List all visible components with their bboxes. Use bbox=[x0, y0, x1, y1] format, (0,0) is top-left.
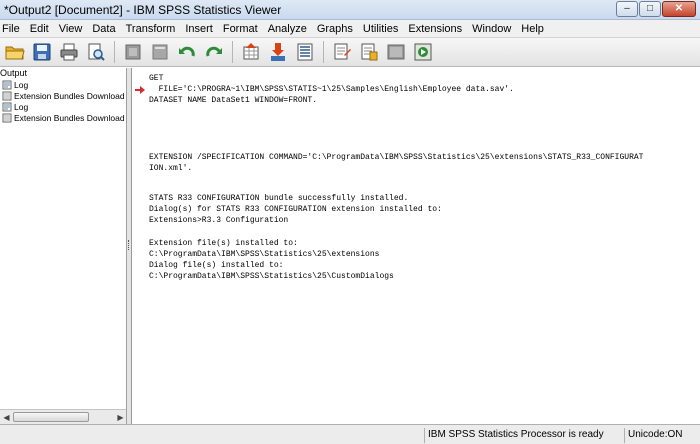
menu-window[interactable]: Window bbox=[469, 23, 518, 35]
outline-root-output[interactable]: Output bbox=[0, 68, 27, 78]
scroll-left-icon[interactable]: ◀ bbox=[1, 412, 12, 423]
menu-format[interactable]: Format bbox=[220, 23, 265, 35]
processor-status: IBM SPSS Statistics Processor is ready bbox=[424, 428, 604, 443]
window-controls: – □ ✕ bbox=[616, 1, 696, 17]
close-button[interactable]: ✕ bbox=[662, 1, 696, 17]
print-icon[interactable] bbox=[58, 41, 80, 63]
text-item-icon bbox=[2, 91, 12, 100]
output-content-pane: GET FILE='C:\PROGRA~1\IBM\SPSS\STATIS~1\… bbox=[132, 68, 700, 424]
undo-icon[interactable] bbox=[176, 41, 198, 63]
insert-text-icon[interactable] bbox=[358, 41, 380, 63]
menu-file[interactable]: File bbox=[0, 23, 27, 35]
redo-icon[interactable] bbox=[203, 41, 225, 63]
outline-item-label: Extension Bundles Download L bbox=[14, 90, 127, 101]
log-line: DATASET NAME DataSet1 WINDOW=FRONT. bbox=[149, 96, 318, 105]
log-line: Extension file(s) installed to: bbox=[149, 239, 298, 248]
outline-item-label: Log bbox=[14, 79, 29, 90]
outline-item[interactable]: Log bbox=[2, 79, 28, 90]
log-item-icon bbox=[2, 80, 12, 89]
menu-view[interactable]: View bbox=[56, 23, 90, 35]
toolbar bbox=[0, 38, 700, 67]
scroll-thumb[interactable] bbox=[13, 412, 89, 422]
insert-output-icon[interactable] bbox=[331, 41, 353, 63]
log-line: FILE='C:\PROGRA~1\IBM\SPSS\STATIS~1\25\S… bbox=[149, 85, 514, 94]
menu-analyze[interactable]: Analyze bbox=[265, 23, 314, 35]
log-line: STATS R33 CONFIGURATION bundle successfu… bbox=[149, 194, 409, 203]
outline-item[interactable]: Log bbox=[2, 101, 28, 112]
outline-item[interactable]: Extension Bundles Download L bbox=[2, 112, 127, 123]
log-line: Extensions>R3.3 Configuration bbox=[149, 216, 289, 225]
outline-item-label: Log bbox=[14, 101, 29, 112]
designate-window-icon[interactable] bbox=[412, 41, 434, 63]
outline-horizontal-scrollbar[interactable]: ◀ ▶ bbox=[0, 409, 126, 424]
log-line: EXTENSION /SPECIFICATION COMMAND='C:\Pro… bbox=[149, 153, 644, 162]
menu-extensions[interactable]: Extensions bbox=[405, 23, 469, 35]
menu-insert[interactable]: Insert bbox=[182, 23, 220, 35]
log-line: C:\ProgramData\IBM\SPSS\Statistics\25\Cu… bbox=[149, 272, 394, 281]
outline-item[interactable]: Extension Bundles Download L bbox=[2, 90, 127, 101]
log-line: Dialog(s) for STATS R33 CONFIGURATION ex… bbox=[149, 205, 442, 214]
goto-data-icon[interactable] bbox=[240, 41, 262, 63]
variables-icon[interactable] bbox=[294, 41, 316, 63]
log-line: ION.xml'. bbox=[149, 164, 193, 173]
current-item-arrow-icon bbox=[135, 86, 145, 94]
unicode-status: Unicode:ON bbox=[624, 428, 682, 443]
print-preview-icon[interactable] bbox=[85, 41, 107, 63]
log-line: Dialog file(s) installed to: bbox=[149, 261, 284, 270]
status-bar: IBM SPSS Statistics Processor is ready U… bbox=[0, 424, 700, 444]
log-line: C:\ProgramData\IBM\SPSS\Statistics\25\ex… bbox=[149, 250, 380, 259]
menu-help[interactable]: Help bbox=[518, 23, 551, 35]
open-folder-icon[interactable] bbox=[4, 41, 26, 63]
toolbar-separator bbox=[232, 41, 233, 63]
scroll-right-icon[interactable]: ▶ bbox=[115, 412, 126, 423]
save-icon[interactable] bbox=[31, 41, 53, 63]
splitter-grip-icon bbox=[128, 240, 130, 250]
toolbar-separator bbox=[323, 41, 324, 63]
outline-item-label: Extension Bundles Download L bbox=[14, 112, 127, 123]
menu-edit[interactable]: Edit bbox=[27, 23, 56, 35]
toolbar-separator bbox=[114, 41, 115, 63]
window-title: *Output2 [Document2] - IBM SPSS Statisti… bbox=[4, 3, 282, 17]
menu-data[interactable]: Data bbox=[89, 23, 122, 35]
maximize-button[interactable]: □ bbox=[639, 1, 661, 17]
menu-utilities[interactable]: Utilities bbox=[360, 23, 405, 35]
insert-title-icon[interactable] bbox=[385, 41, 407, 63]
menu-bar: File Edit View Data Transform Insert For… bbox=[0, 20, 700, 38]
export-icon[interactable] bbox=[122, 41, 144, 63]
minimize-button[interactable]: – bbox=[616, 1, 638, 17]
menu-graphs[interactable]: Graphs bbox=[314, 23, 360, 35]
recall-dialog-icon[interactable] bbox=[149, 41, 171, 63]
title-bar: *Output2 [Document2] - IBM SPSS Statisti… bbox=[0, 0, 700, 20]
outline-pane: Output Log Extension Bundles Download L … bbox=[0, 68, 127, 424]
menu-transform[interactable]: Transform bbox=[123, 23, 183, 35]
text-item-icon bbox=[2, 113, 12, 122]
goto-case-icon[interactable] bbox=[267, 41, 289, 63]
log-item-icon bbox=[2, 102, 12, 111]
log-line: GET bbox=[149, 74, 164, 83]
